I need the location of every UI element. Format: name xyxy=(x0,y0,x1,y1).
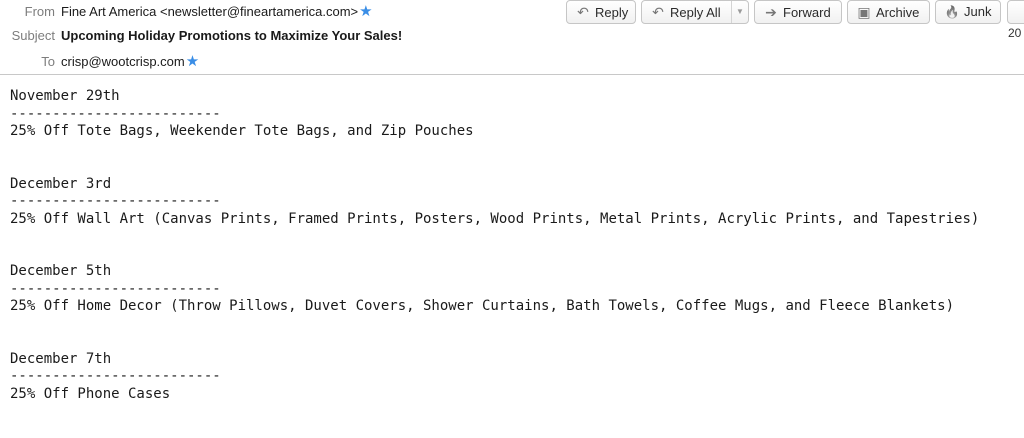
archive-label: Archive xyxy=(876,5,920,20)
reply-all-button[interactable]: ↶ Reply All ▼ xyxy=(641,0,749,24)
subject-row: Subject Upcoming Holiday Promotions to Ma… xyxy=(0,26,403,46)
message-header: From Fine Art America <newsletter@fineart… xyxy=(0,0,1024,75)
reply-all-label: Reply All xyxy=(670,5,721,20)
to-label: To xyxy=(41,54,55,69)
junk-button[interactable]: 🔥 Junk xyxy=(935,0,1001,24)
to-address[interactable]: crisp@wootcrisp.com xyxy=(61,54,185,69)
star-icon[interactable]: ★ xyxy=(186,53,199,70)
forward-label: Forward xyxy=(783,5,831,20)
promo-section: December 5th ------------------------- 2… xyxy=(10,263,1020,316)
subject-label: Subject xyxy=(11,28,55,43)
promo-date: December 3rd xyxy=(10,175,112,192)
forward-icon: ➔ xyxy=(765,4,777,20)
junk-flame-icon: 🔥 xyxy=(944,5,960,19)
promo-section: December 3rd ------------------------- 2… xyxy=(10,176,1020,229)
promo-text: 25% Off Tote Bags, Weekender Tote Bags, … xyxy=(10,123,474,139)
message-date: 20 xyxy=(1008,26,1022,40)
archive-icon: ▣ xyxy=(857,4,871,20)
promo-text: 25% Off Phone Cases xyxy=(10,385,171,402)
from-label: From xyxy=(24,4,55,19)
promo-rule: ------------------------- xyxy=(10,280,221,297)
reply-label: Reply xyxy=(595,5,629,20)
promo-text: 25% Off Wall Art (Canvas Prints, Framed … xyxy=(10,210,980,227)
promo-date: December 7th xyxy=(10,350,112,367)
promo-rule: ------------------------- xyxy=(10,368,221,384)
promo-date: December 5th xyxy=(10,263,112,279)
promo-date: November 29th xyxy=(10,88,120,104)
reply-icon: ↶ xyxy=(577,4,589,20)
to-row: To crisp@wootcrisp.com★ xyxy=(0,52,199,72)
message-body: November 29th ------------------------- … xyxy=(10,88,1020,438)
from-address[interactable]: Fine Art America <newsletter@fineartamer… xyxy=(61,4,358,19)
promo-section: November 29th ------------------------- … xyxy=(10,88,1020,141)
archive-button[interactable]: ▣ Archive xyxy=(847,0,930,24)
junk-label: Junk xyxy=(964,4,992,19)
promo-text: 25% Off Home Decor (Throw Pillows, Duvet… xyxy=(10,298,955,314)
reply-button[interactable]: ↶ Reply xyxy=(566,0,636,24)
promo-section: December 7th ------------------------- 2… xyxy=(10,351,1020,404)
promo-rule: ------------------------- xyxy=(10,105,221,122)
forward-button[interactable]: ➔ Forward xyxy=(754,0,842,24)
subject-text: Upcoming Holiday Promotions to Maximize … xyxy=(61,28,403,43)
promo-rule: ------------------------- xyxy=(10,193,221,209)
from-row: From Fine Art America <newsletter@fineart… xyxy=(0,2,373,22)
more-button[interactable] xyxy=(1007,0,1024,24)
chevron-down-icon[interactable]: ▼ xyxy=(731,1,748,23)
reply-all-icon: ↶ xyxy=(652,4,664,20)
star-icon[interactable]: ★ xyxy=(359,3,372,20)
